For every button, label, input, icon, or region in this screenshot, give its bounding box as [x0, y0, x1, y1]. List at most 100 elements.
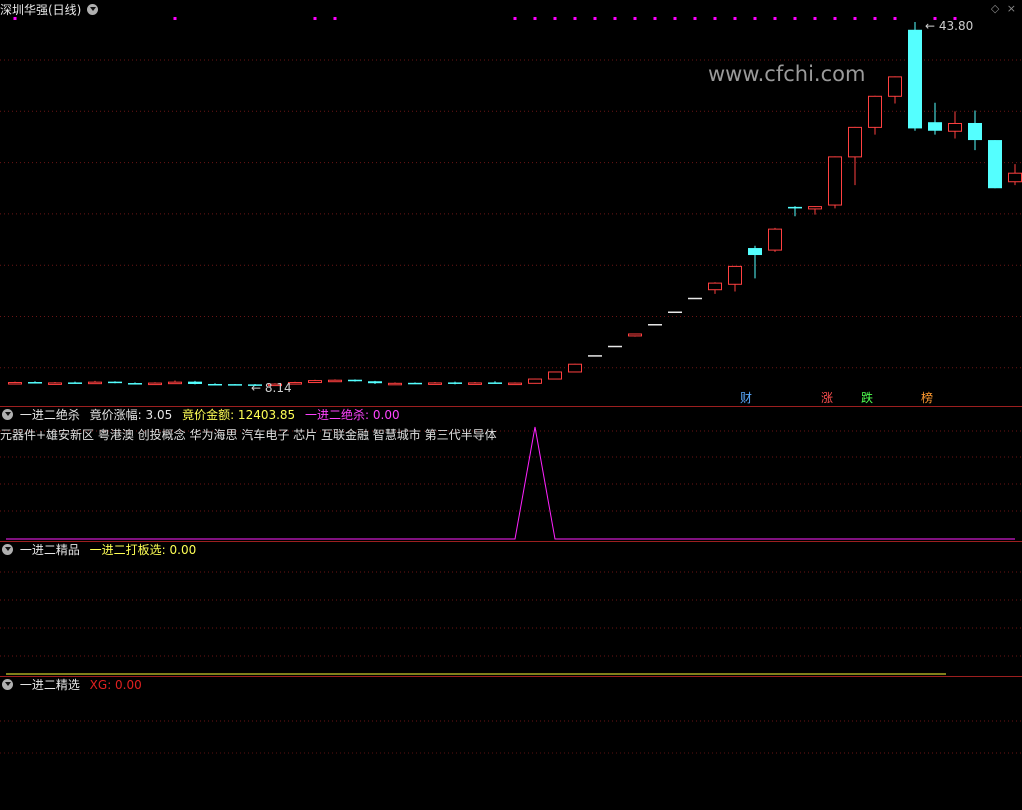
candle-body	[948, 122, 962, 132]
indicator-pane-2[interactable]: 一进二精品 一进二打板选: 0.00	[0, 542, 1022, 676]
limit-marker	[553, 17, 557, 20]
candle	[388, 382, 402, 386]
limit-marker	[613, 17, 617, 20]
limit-marker	[833, 17, 837, 20]
limit-marker	[313, 17, 317, 20]
candle-body	[1008, 172, 1022, 183]
event-badge[interactable]: 跌	[861, 391, 873, 405]
candle-body	[228, 384, 242, 386]
candle	[588, 355, 602, 357]
candle	[648, 324, 662, 326]
candle	[528, 378, 542, 384]
pane2-chart	[0, 571, 1022, 675]
candle	[228, 383, 242, 386]
candle	[908, 22, 922, 131]
candle	[128, 382, 142, 385]
candle	[348, 379, 362, 382]
candle-body	[88, 381, 102, 385]
limit-marker	[653, 17, 657, 20]
kline-pane[interactable]: 深圳华强(日线) ◇ × ← 43.80 ← 8.14 www.cfchi.com	[0, 0, 1022, 406]
limit-marker	[893, 17, 897, 20]
candle	[28, 381, 42, 384]
candle	[628, 333, 642, 337]
candle-body	[628, 333, 642, 337]
candle-body	[508, 382, 522, 386]
limit-marker	[853, 17, 857, 20]
limit-marker	[793, 17, 797, 20]
limit-marker	[733, 17, 737, 20]
candle	[768, 227, 782, 252]
limit-marker	[513, 17, 517, 20]
candle	[808, 206, 822, 215]
candle-body	[468, 382, 482, 385]
candle-body	[988, 140, 1002, 189]
candle-body	[168, 381, 182, 385]
limit-marker	[753, 17, 757, 20]
candle	[508, 382, 522, 386]
candle-body	[928, 122, 942, 131]
candle	[328, 379, 342, 383]
limit-marker	[333, 17, 337, 20]
candle	[828, 156, 842, 209]
candle	[68, 381, 82, 384]
candle-body	[708, 282, 722, 291]
candle-body	[688, 297, 702, 300]
candle	[608, 345, 622, 348]
candle-body	[828, 156, 842, 206]
candle-body	[428, 382, 442, 385]
candle	[368, 380, 382, 384]
candle	[748, 245, 762, 279]
limit-marker	[873, 17, 877, 20]
candle-body	[648, 324, 662, 326]
candle	[948, 111, 962, 139]
candle	[788, 206, 802, 217]
watermark: www.cfchi.com	[708, 62, 866, 86]
candle	[668, 311, 682, 314]
candle-body	[128, 383, 142, 385]
high-price-label: ← 43.80	[925, 19, 973, 33]
candle	[208, 383, 222, 386]
candle-body	[908, 29, 922, 129]
candle-body	[968, 122, 982, 141]
limit-marker	[533, 17, 537, 20]
candle-body	[148, 382, 162, 386]
candle-body	[568, 363, 582, 373]
candle-body	[408, 382, 422, 385]
limit-marker	[693, 17, 697, 20]
candle	[888, 76, 902, 104]
candle	[48, 382, 62, 385]
candle-body	[668, 311, 682, 314]
event-badge[interactable]: 财	[740, 391, 752, 405]
limit-marker	[13, 17, 17, 20]
candle-body	[528, 378, 542, 384]
candle-body	[48, 382, 62, 385]
candle-body	[368, 381, 382, 384]
candle	[188, 380, 202, 385]
candle-body	[588, 355, 602, 357]
candle	[428, 382, 442, 385]
candle-body	[348, 379, 362, 382]
candle	[728, 265, 742, 292]
event-badge[interactable]: 榜	[921, 391, 933, 405]
limit-marker	[173, 17, 177, 20]
event-badge[interactable]: 涨	[821, 391, 833, 405]
candle	[148, 382, 162, 386]
candle	[88, 380, 102, 385]
limit-marker	[633, 17, 637, 20]
kline-chart: ← 43.80 ← 8.14	[0, 17, 1022, 395]
candle-body	[308, 380, 322, 384]
concept-tags: 元器件+雄安新区 粤港澳 创投概念 华为海思 汽车电子 芯片 互联金融 智慧城市…	[0, 428, 497, 442]
candle-body	[788, 206, 802, 209]
candle-body	[868, 95, 882, 128]
limit-marker	[573, 17, 577, 20]
candle-body	[208, 383, 222, 386]
candle-body	[448, 382, 462, 384]
candle-body	[68, 382, 82, 384]
candle	[448, 381, 462, 385]
candle	[1008, 164, 1022, 186]
candle-body	[488, 382, 502, 384]
indicator-pane-3[interactable]: 一进二精选 XG: 0.00	[0, 677, 1022, 810]
candle-body	[808, 206, 822, 210]
candle-body	[188, 381, 202, 384]
candle-body	[388, 382, 402, 386]
